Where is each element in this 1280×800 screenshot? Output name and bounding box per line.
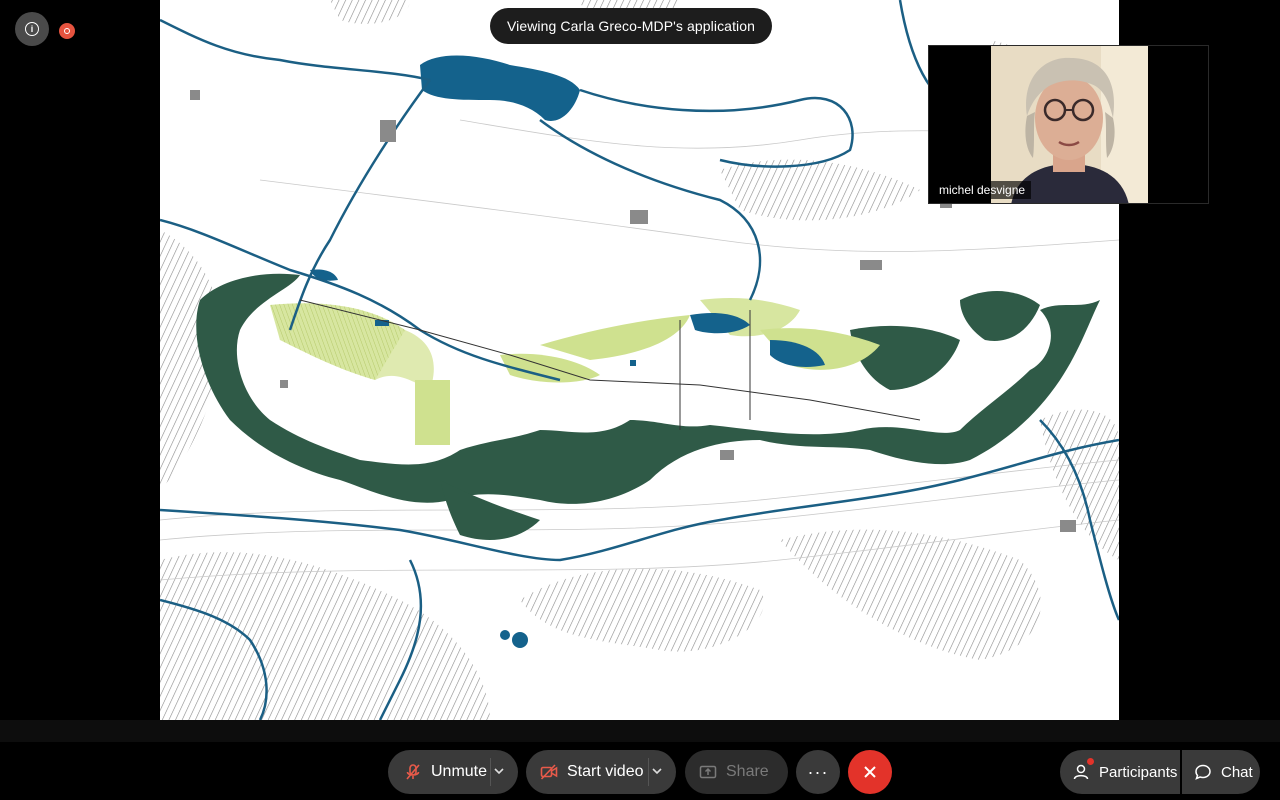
share-screen-icon xyxy=(699,765,717,779)
chevron-down-icon[interactable] xyxy=(492,764,506,778)
unmute-divider xyxy=(490,758,491,786)
record-icon xyxy=(64,28,70,34)
participants-icon xyxy=(1073,764,1089,780)
participants-label: Participants xyxy=(1099,763,1178,781)
start-video-label: Start video xyxy=(567,763,644,780)
close-icon xyxy=(864,766,876,778)
more-icon: ··· xyxy=(807,761,829,782)
meeting-toolbar: Unmute Start video Share ··· Participant… xyxy=(0,742,1280,800)
leave-meeting-button[interactable] xyxy=(848,750,892,794)
chat-button[interactable]: Chat xyxy=(1182,750,1260,794)
toolbar-separator xyxy=(0,720,1280,742)
start-video-divider xyxy=(648,758,649,786)
meeting-info-button[interactable]: i xyxy=(15,12,49,46)
chat-icon xyxy=(1195,764,1211,780)
chat-label: Chat xyxy=(1221,763,1253,781)
video-off-icon xyxy=(540,764,558,780)
participants-button[interactable]: Participants xyxy=(1060,750,1180,794)
info-icon: i xyxy=(25,22,39,36)
recording-indicator[interactable] xyxy=(59,23,75,39)
chevron-down-icon[interactable] xyxy=(650,764,664,778)
microphone-muted-icon xyxy=(406,764,420,780)
participants-notification-dot xyxy=(1087,758,1094,765)
share-button[interactable]: Share xyxy=(685,750,788,794)
unmute-button[interactable]: Unmute xyxy=(388,750,518,794)
viewing-application-banner: Viewing Carla Greco-MDP's application xyxy=(490,8,772,44)
more-options-button[interactable]: ··· xyxy=(796,750,840,794)
start-video-button[interactable]: Start video xyxy=(526,750,676,794)
share-label: Share xyxy=(726,763,769,780)
participant-name-tag: michel desvigne xyxy=(933,181,1032,199)
participant-video-tile[interactable]: michel desvigne xyxy=(928,45,1209,204)
unmute-label: Unmute xyxy=(431,763,488,780)
